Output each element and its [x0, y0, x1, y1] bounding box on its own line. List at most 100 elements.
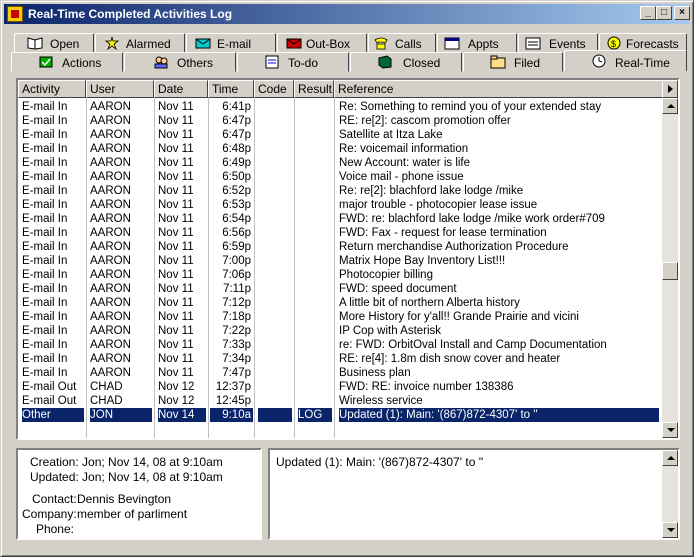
table-cell-result	[298, 352, 332, 366]
tab-alarmed[interactable]: Alarmed	[95, 33, 185, 53]
email-icon	[195, 38, 211, 49]
table-cell-activity: E-mail In	[22, 143, 68, 155]
table-row[interactable]: E-mail In AARON Nov 11 6:41p Re: Something t…	[18, 100, 664, 114]
table-cell-code	[258, 268, 292, 282]
table-cell-code	[258, 198, 292, 212]
reference-vertical-scrollbar[interactable]	[662, 450, 678, 538]
table-row[interactable]: E-mail In AARON Nov 11 6:48p Re: voicemail i…	[18, 142, 664, 156]
table-row[interactable]: E-mail In AARON Nov 11 7:12p A little bit of…	[18, 296, 664, 310]
table-cell-code	[258, 408, 292, 422]
tab-others[interactable]: Others	[124, 52, 236, 72]
table-cell-user: AARON	[90, 185, 131, 197]
tab-calls[interactable]: Calls	[368, 33, 436, 53]
company-value[interactable]: member of parliment	[77, 507, 187, 521]
table-cell-date: Nov 11	[158, 227, 194, 239]
reference-scroll-up-button[interactable]	[662, 450, 678, 466]
table-row[interactable]: E-mail In AARON Nov 11 7:22p IP Cop with Ast…	[18, 324, 664, 338]
column-header-code[interactable]: Code	[254, 80, 294, 98]
column-header-reference[interactable]: Reference	[334, 80, 664, 98]
column-header-user[interactable]: User	[86, 80, 154, 98]
tab-open[interactable]: Open	[14, 33, 94, 53]
table-row[interactable]: E-mail In AARON Nov 11 7:47p Business plan	[18, 366, 664, 380]
reference-scroll-down-button[interactable]	[662, 522, 678, 538]
table-cell-time: 7:22p	[222, 325, 251, 337]
table-cell-time: 7:33p	[222, 339, 251, 351]
scroll-up-button[interactable]	[662, 98, 678, 114]
table-cell-user: AARON	[90, 269, 131, 281]
table-cell-activity: E-mail In	[22, 367, 68, 379]
table-cell-date: Nov 11	[158, 213, 194, 225]
table-row[interactable]: E-mail In AARON Nov 11 6:56p FWD: Fax - requ…	[18, 226, 664, 240]
table-row[interactable]: E-mail In AARON Nov 11 6:59p Return merchand…	[18, 240, 664, 254]
table-row[interactable]: E-mail In AARON Nov 11 7:00p Matrix Hope Bay…	[18, 254, 664, 268]
table-cell-code	[258, 128, 292, 142]
tab-outbox[interactable]: Out-Box	[277, 33, 367, 53]
table-cell-time: 7:34p	[222, 353, 251, 365]
column-header-activity[interactable]: Activity	[18, 80, 86, 98]
table-row[interactable]: E-mail In AARON Nov 11 6:52p Re: re[2]: blac…	[18, 184, 664, 198]
minimize-button[interactable]: _	[640, 6, 656, 20]
tab-filed[interactable]: Filed	[463, 52, 563, 72]
table-cell-date: Nov 11	[158, 241, 194, 253]
table-row[interactable]: E-mail In AARON Nov 11 7:06p Photocopier bil…	[18, 268, 664, 282]
column-header-result[interactable]: Result	[294, 80, 334, 98]
table-row[interactable]: E-mail In AARON Nov 11 7:11p FWD: speed docu…	[18, 282, 664, 296]
table-cell-activity: E-mail In	[22, 283, 68, 295]
contact-value[interactable]: Dennis Bevington	[77, 492, 171, 506]
scroll-thumb[interactable]	[662, 262, 678, 280]
table-row[interactable]: E-mail Out CHAD Nov 12 12:45p Wireless servi…	[18, 394, 664, 408]
maximize-button[interactable]: □	[656, 6, 672, 20]
close-button[interactable]: ×	[674, 6, 690, 20]
table-row[interactable]: E-mail In AARON Nov 11 7:18p More History fo…	[18, 310, 664, 324]
svg-text:$: $	[611, 39, 616, 49]
tab-actions[interactable]: Actions	[11, 52, 123, 72]
table-cell-time: 7:11p	[223, 283, 251, 295]
scroll-down-button[interactable]	[662, 422, 678, 438]
title-bar[interactable]: Real-Time Completed Activities Log _ □ ×	[4, 4, 690, 24]
table-row[interactable]: E-mail In AARON Nov 11 6:50p Voice mail - ph…	[18, 170, 664, 184]
table-cell-reference: FWD: speed document	[339, 283, 457, 295]
table-row[interactable]: E-mail Out CHAD Nov 12 12:37p FWD: RE: invoi…	[18, 380, 664, 394]
list-rows: E-mail In AARON Nov 11 6:41p Re: Something t…	[18, 100, 664, 422]
appts-icon	[444, 37, 460, 50]
tab-real-time[interactable]: Real-Time	[564, 50, 687, 71]
table-cell-user: AARON	[90, 241, 131, 253]
table-cell-result	[298, 170, 332, 184]
table-cell-activity: E-mail In	[22, 353, 68, 365]
columns-scroll-right-button[interactable]	[662, 80, 678, 98]
table-cell-result	[298, 142, 332, 156]
column-header-time[interactable]: Time	[208, 80, 254, 98]
table-cell-result	[298, 212, 332, 226]
column-header-date[interactable]: Date	[154, 80, 208, 98]
table-row[interactable]: Other JON Nov 14 9:10a LOG Updated (1): Main:…	[18, 408, 664, 422]
table-cell-reference: A little bit of northern Alberta history	[339, 297, 520, 309]
table-row[interactable]: E-mail In AARON Nov 11 6:47p RE: re[2]: casc…	[18, 114, 664, 128]
table-cell-user: AARON	[90, 297, 131, 309]
table-cell-user: AARON	[90, 353, 131, 365]
table-row[interactable]: E-mail In AARON Nov 11 6:47p Satellite at It…	[18, 128, 664, 142]
table-row[interactable]: E-mail In AARON Nov 11 6:54p FWD: re: blachf…	[18, 212, 664, 226]
activities-list[interactable]: Activity User Date Time Code Result Refe…	[16, 78, 680, 440]
book-icon	[27, 37, 43, 50]
table-cell-user: AARON	[90, 311, 131, 323]
alarm-icon	[104, 36, 120, 50]
tab-todo[interactable]: To-do	[237, 52, 349, 72]
table-cell-code	[258, 114, 292, 128]
table-cell-code	[258, 282, 292, 296]
tab-email[interactable]: E-mail	[186, 33, 276, 53]
table-cell-date: Nov 11	[158, 283, 194, 295]
table-cell-code	[258, 226, 292, 240]
tab-closed[interactable]: Closed	[350, 52, 462, 72]
table-cell-activity: E-mail In	[22, 115, 68, 127]
table-cell-result: LOG	[298, 408, 332, 422]
table-cell-date: Nov 11	[158, 269, 194, 281]
reference-pane[interactable]: Updated (1): Main: '(867)872-4307' to ''	[268, 448, 680, 540]
table-row[interactable]: E-mail In AARON Nov 11 6:53p major trouble -…	[18, 198, 664, 212]
table-cell-reference: Re: voicemail information	[339, 143, 469, 155]
table-row[interactable]: E-mail In AARON Nov 11 7:33p re: FWD: OrbitO…	[18, 338, 664, 352]
table-cell-result	[298, 128, 332, 142]
tab-appts[interactable]: Appts	[437, 33, 517, 53]
list-vertical-scrollbar[interactable]	[662, 98, 678, 438]
table-row[interactable]: E-mail In AARON Nov 11 7:34p RE: re[4]: 1.8m…	[18, 352, 664, 366]
table-row[interactable]: E-mail In AARON Nov 11 6:49p New Account: wa…	[18, 156, 664, 170]
